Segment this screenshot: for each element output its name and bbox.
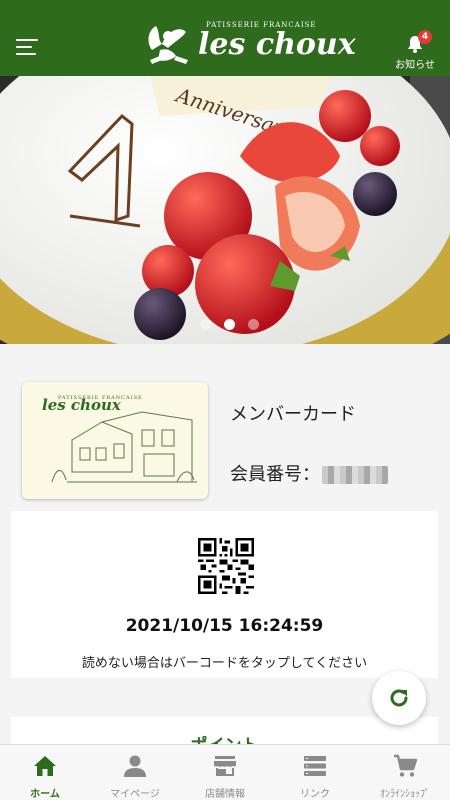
- tab-mypage[interactable]: マイページ: [90, 745, 180, 800]
- notifications-button[interactable]: 4 お知らせ: [392, 30, 438, 71]
- tab-online-shop[interactable]: ｵﾝﾗｲﾝｼｮｯﾌﾟ: [360, 745, 450, 800]
- bottom-tab-bar: ホーム マイページ 店舗情報 リンク ｵﾝﾗｲﾝｼｮｯﾌﾟ: [0, 744, 450, 800]
- cart-icon: [394, 754, 417, 777]
- member-card-title: メンバーカード: [230, 404, 356, 425]
- member-number-label: 会員番号：: [230, 464, 320, 485]
- tab-store-info[interactable]: 店舗情報: [180, 745, 270, 800]
- tab-links[interactable]: リンク: [270, 745, 360, 800]
- member-number-value-redacted: [322, 466, 388, 484]
- cake-photo: Anniversary: [0, 76, 450, 344]
- tab-mypage-label: マイページ: [110, 789, 160, 800]
- qr-code[interactable]: [198, 538, 254, 594]
- qr-code-panel: 2021/10/15 16:24:59 読めない場合はバーコードをタップしてくだ…: [11, 511, 438, 678]
- brand-logo[interactable]: PATISSERIE FRANCAISE les choux: [142, 18, 356, 76]
- store-icon: [214, 756, 236, 776]
- tab-home[interactable]: ホーム: [0, 745, 90, 800]
- app-header: PATISSERIE FRANCAISE les choux 4 お知らせ: [0, 0, 450, 76]
- hamburger-menu-icon[interactable]: [16, 39, 38, 57]
- hero-carousel[interactable]: Anniversary: [0, 76, 450, 344]
- points-panel: ポイント: [11, 717, 438, 747]
- qr-help-text: 読めない場合はバーコードをタップしてください: [81, 656, 368, 671]
- carousel-dot-2[interactable]: [224, 319, 235, 330]
- home-icon: [34, 756, 56, 776]
- shop-illustration: [51, 411, 197, 483]
- tab-store-info-label: 店舗情報: [205, 789, 245, 800]
- list-icon: [304, 756, 326, 776]
- refresh-icon: [390, 689, 408, 707]
- refresh-button[interactable]: [372, 671, 426, 725]
- notifications-label: お知らせ: [395, 60, 435, 71]
- carousel-indicator: [200, 319, 260, 331]
- tab-online-shop-label: ｵﾝﾗｲﾝｼｮｯﾌﾟ: [380, 789, 430, 800]
- angel-logo-icon: [148, 26, 188, 64]
- carousel-dot-1[interactable]: [200, 319, 211, 330]
- notification-count-badge: 4: [418, 30, 432, 44]
- person-icon: [124, 755, 146, 777]
- carousel-dot-3[interactable]: [248, 319, 259, 330]
- qr-timestamp: 2021/10/15 16:24:59: [125, 616, 324, 636]
- logo-text: les choux: [198, 27, 356, 62]
- member-card-image[interactable]: PATISSERIE FRANCAISE les choux: [22, 382, 208, 499]
- tab-links-label: リンク: [300, 789, 330, 800]
- member-number: 会員番号：: [230, 460, 388, 486]
- tab-home-label: ホーム: [30, 789, 60, 800]
